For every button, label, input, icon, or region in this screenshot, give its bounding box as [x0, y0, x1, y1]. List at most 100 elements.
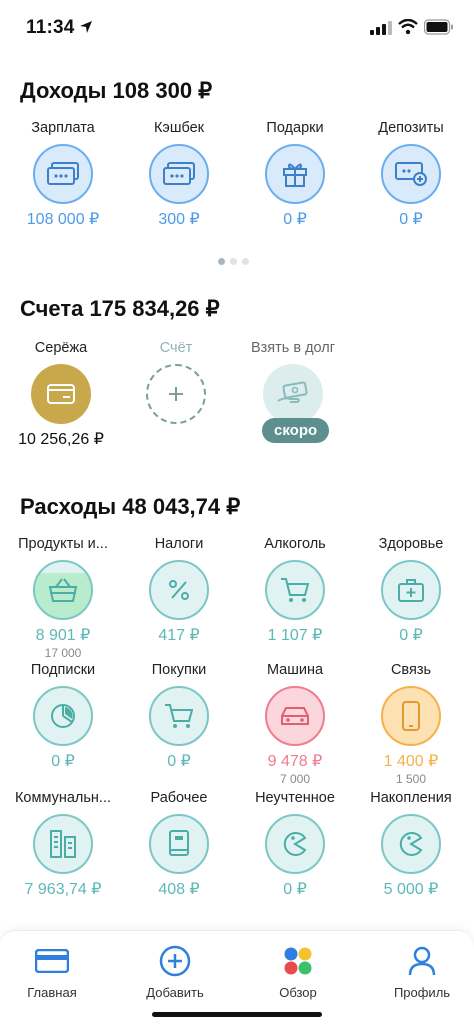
expense-amount: 0 ₽	[399, 627, 423, 644]
cart-icon	[265, 560, 325, 620]
building-icon	[33, 814, 93, 874]
expense-amount: 0 ₽	[167, 753, 191, 770]
tab-profile[interactable]: Профиль	[372, 943, 472, 1000]
expense-budget: 17 000	[44, 646, 82, 660]
add-account-label: Счёт	[159, 340, 193, 356]
income-deposits[interactable]: Депозиты 0 ₽	[352, 118, 470, 230]
expense-alcohol[interactable]: Алкоголь 1 107 ₽	[236, 534, 354, 646]
expense-telecom[interactable]: Связь 1 400 ₽ 1 500	[352, 660, 470, 786]
expense-amount: 1 107 ₽	[267, 627, 323, 644]
tab-overview[interactable]: Обзор	[248, 943, 348, 1000]
expense-label: Связь	[390, 662, 432, 678]
expense-groceries[interactable]: Продукты и... 8 901 ₽ 17 000	[4, 534, 122, 660]
expense-amount: 9 478 ₽	[267, 753, 323, 770]
pacman-icon	[381, 814, 441, 874]
expense-budget: 7 000	[279, 772, 311, 786]
expense-amount: 0 ₽	[51, 753, 75, 770]
deposit-icon	[381, 144, 441, 204]
borrow-cash-icon	[263, 364, 323, 424]
expense-amount: 0 ₽	[283, 881, 307, 898]
home-indicator	[152, 1012, 322, 1017]
card-icon	[34, 943, 70, 979]
dots-icon	[280, 943, 316, 979]
expense-label: Алкоголь	[264, 536, 326, 552]
expense-amount: 8 901 ₽	[35, 627, 91, 644]
income-label: Кэшбек	[153, 120, 205, 136]
income-amount: 0 ₽	[283, 211, 307, 228]
borrow-button[interactable]: Взять в долг	[234, 338, 352, 424]
percent-icon	[149, 560, 209, 620]
pager-dot	[218, 258, 225, 265]
pager-dot	[242, 258, 249, 265]
expense-amount: 5 000 ₽	[383, 881, 439, 898]
expense-amount: 7 963,74 ₽	[24, 881, 102, 898]
expense-label: Машина	[266, 662, 324, 678]
tab-add[interactable]: Добавить	[125, 943, 225, 1000]
medkit-icon	[381, 560, 441, 620]
wifi-icon	[398, 19, 418, 35]
income-title[interactable]: Доходы 108 300 ₽	[20, 78, 212, 104]
income-salary[interactable]: Зарплата 108 000 ₽	[4, 118, 122, 230]
income-amount: 300 ₽	[158, 211, 200, 228]
account-label: Серёжа	[34, 340, 88, 356]
expense-work[interactable]: Рабочее 408 ₽	[120, 788, 238, 900]
gift-icon	[265, 144, 325, 204]
expense-utilities[interactable]: Коммунальн... 7 963,74 ₽	[4, 788, 122, 900]
income-cashback[interactable]: Кэшбек 300 ₽	[120, 118, 238, 230]
income-pager[interactable]	[218, 258, 249, 265]
expense-label: Накопления	[370, 790, 452, 806]
expense-label: Покупки	[151, 662, 207, 678]
cash-icon	[149, 144, 209, 204]
status-time: 11:34	[26, 17, 75, 38]
plus-circle-icon	[157, 943, 193, 979]
expense-purchases[interactable]: Покупки 0 ₽	[120, 660, 238, 772]
status-bar: 11:34	[0, 0, 474, 58]
expense-amount: 417 ₽	[158, 627, 200, 644]
car-icon	[265, 686, 325, 746]
soon-badge: скоро	[262, 418, 330, 443]
battery-icon	[424, 19, 453, 35]
basket-icon	[33, 560, 93, 620]
expense-label: Налоги	[154, 536, 204, 552]
borrow-label: Взять в долг	[250, 340, 336, 356]
expense-label: Подписки	[30, 662, 96, 678]
tab-label: Профиль	[393, 985, 451, 1000]
tab-label: Добавить	[146, 985, 204, 1000]
expense-label: Здоровье	[378, 536, 444, 552]
expense-taxes[interactable]: Налоги 417 ₽	[120, 534, 238, 646]
pager-dot	[230, 258, 237, 265]
pacman-icon	[265, 814, 325, 874]
tab-label: Главная	[27, 985, 77, 1000]
expenses-title[interactable]: Расходы 48 043,74 ₽	[20, 494, 240, 520]
add-account-button[interactable]: Счёт	[117, 338, 235, 424]
expense-budget: 1 500	[395, 772, 427, 786]
plus-icon	[146, 364, 206, 424]
expense-label: Продукты и...	[18, 536, 108, 552]
location-arrow-icon	[80, 21, 92, 33]
accounts-title[interactable]: Счета 175 834,26 ₽	[20, 296, 220, 322]
account-serezha[interactable]: Серёжа 10 256,26 ₽	[2, 338, 120, 450]
expense-subscriptions[interactable]: Подписки 0 ₽	[4, 660, 122, 772]
cash-icon	[33, 144, 93, 204]
tab-home[interactable]: Главная	[2, 943, 102, 1000]
expense-savings[interactable]: Накопления 5 000 ₽	[352, 788, 470, 900]
expense-health[interactable]: Здоровье 0 ₽	[352, 534, 470, 646]
tab-label: Обзор	[279, 985, 317, 1000]
expense-label: Коммунальн...	[14, 790, 112, 806]
income-amount: 0 ₽	[399, 211, 423, 228]
expense-amount: 1 400 ₽	[383, 753, 439, 770]
expense-car[interactable]: Машина 9 478 ₽ 7 000	[236, 660, 354, 786]
income-label: Депозиты	[378, 120, 444, 136]
expense-unaccounted[interactable]: Неучтенное 0 ₽	[236, 788, 354, 900]
expense-label: Неучтенное	[255, 790, 335, 806]
card-icon	[31, 364, 91, 424]
signal-icon	[370, 21, 392, 35]
user-icon	[404, 943, 440, 979]
pie-chart-icon	[33, 686, 93, 746]
expense-label: Рабочее	[150, 790, 208, 806]
account-amount: 10 256,26 ₽	[18, 431, 104, 448]
income-label: Зарплата	[31, 120, 95, 136]
income-gifts[interactable]: Подарки 0 ₽	[236, 118, 354, 230]
book-icon	[149, 814, 209, 874]
phone-icon	[381, 686, 441, 746]
